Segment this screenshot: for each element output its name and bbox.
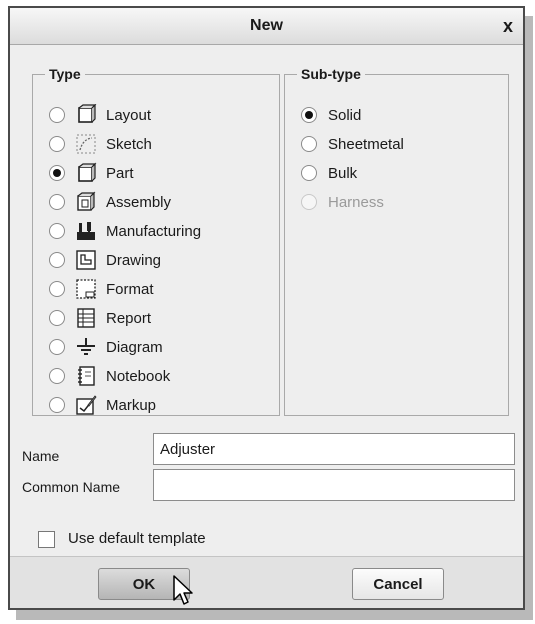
subtype-radio-bulk[interactable] bbox=[301, 165, 317, 181]
type-option-manufacturing[interactable]: Manufacturing bbox=[49, 220, 201, 242]
type-option-part[interactable]: Part bbox=[49, 162, 134, 184]
subtype-label-bulk: Bulk bbox=[328, 164, 358, 182]
type-option-format[interactable]: Format bbox=[49, 278, 154, 300]
use-default-template-checkbox[interactable] bbox=[38, 531, 55, 548]
subtype-radio-sheetmetal[interactable] bbox=[301, 136, 317, 152]
type-option-layout[interactable]: Layout bbox=[49, 104, 151, 126]
name-label: Name bbox=[22, 448, 60, 464]
type-option-markup[interactable]: Markup bbox=[49, 394, 156, 416]
type-label-format: Format bbox=[106, 280, 154, 298]
type-legend: Type bbox=[49, 66, 81, 82]
name-input[interactable]: Adjuster bbox=[153, 433, 515, 465]
cancel-button[interactable]: Cancel bbox=[352, 568, 444, 600]
subtype-label-harness: Harness bbox=[328, 193, 384, 211]
type-label-manufacturing: Manufacturing bbox=[106, 222, 202, 240]
type-label-notebook: Notebook bbox=[106, 367, 171, 385]
type-radio-report[interactable] bbox=[49, 310, 65, 326]
report-icon bbox=[77, 308, 95, 328]
type-label-diagram: Diagram bbox=[106, 338, 163, 356]
subtype-option-harness: Harness bbox=[301, 191, 384, 213]
type-option-assembly[interactable]: Assembly bbox=[49, 191, 171, 213]
type-option-report[interactable]: Report bbox=[49, 307, 151, 329]
subtype-radio-solid[interactable] bbox=[301, 107, 317, 123]
common-name-input[interactable] bbox=[153, 469, 515, 501]
type-radio-drawing[interactable] bbox=[49, 252, 65, 268]
type-radio-layout[interactable] bbox=[49, 107, 65, 123]
type-option-drawing[interactable]: Drawing bbox=[49, 249, 161, 271]
title-bar[interactable]: New x bbox=[10, 8, 523, 45]
type-label-report: Report bbox=[106, 309, 152, 327]
type-option-notebook[interactable]: Notebook bbox=[49, 365, 170, 387]
diagram-icon bbox=[77, 338, 95, 355]
button-bar bbox=[10, 557, 523, 608]
type-radio-markup[interactable] bbox=[49, 397, 65, 413]
type-radio-format[interactable] bbox=[49, 281, 65, 297]
markup-icon bbox=[76, 395, 97, 415]
subtype-radio-harness bbox=[301, 194, 317, 210]
type-group: Type Layout Sketch Part Assembly Manufac… bbox=[32, 66, 280, 416]
new-dialog: New x Type Layout Sketch Part Assembly M… bbox=[8, 6, 525, 610]
layout-icon bbox=[78, 104, 97, 123]
notebook-icon bbox=[78, 366, 95, 386]
use-default-template-label[interactable]: Use default template bbox=[68, 530, 206, 547]
type-label-assembly: Assembly bbox=[106, 193, 172, 211]
part-icon bbox=[78, 162, 97, 182]
type-radio-diagram[interactable] bbox=[49, 339, 65, 355]
type-radio-notebook[interactable] bbox=[49, 368, 65, 384]
subtype-legend: Sub-type bbox=[301, 66, 361, 82]
type-radio-part[interactable] bbox=[49, 165, 65, 181]
drawing-icon bbox=[76, 250, 96, 270]
mouse-pointer-icon bbox=[173, 575, 193, 605]
subtype-option-bulk[interactable]: Bulk bbox=[301, 162, 357, 184]
subtype-option-solid[interactable]: Solid bbox=[301, 104, 361, 126]
type-label-markup: Markup bbox=[106, 396, 157, 414]
type-label-drawing: Drawing bbox=[106, 251, 162, 269]
subtype-label-solid: Solid bbox=[328, 106, 362, 124]
common-name-label: Common Name bbox=[22, 479, 121, 495]
format-icon bbox=[76, 279, 96, 299]
sketch-icon bbox=[76, 134, 96, 154]
type-radio-sketch[interactable] bbox=[49, 136, 65, 152]
subtype-label-sheetmetal: Sheetmetal bbox=[328, 135, 404, 153]
assembly-icon bbox=[77, 191, 96, 211]
type-radio-manufacturing[interactable] bbox=[49, 223, 65, 239]
manufacturing-icon bbox=[77, 222, 95, 240]
subtype-group: Sub-type Solid Sheetmetal Bulk Harness bbox=[284, 66, 509, 416]
close-icon[interactable]: x bbox=[503, 16, 513, 37]
dialog-title: New bbox=[250, 17, 283, 34]
type-label-layout: Layout bbox=[106, 106, 152, 124]
type-radio-assembly[interactable] bbox=[49, 194, 65, 210]
type-label-sketch: Sketch bbox=[106, 135, 152, 153]
type-option-sketch[interactable]: Sketch bbox=[49, 133, 152, 155]
subtype-option-sheetmetal[interactable]: Sheetmetal bbox=[301, 133, 404, 155]
type-label-part: Part bbox=[106, 164, 134, 182]
type-option-diagram[interactable]: Diagram bbox=[49, 336, 163, 358]
